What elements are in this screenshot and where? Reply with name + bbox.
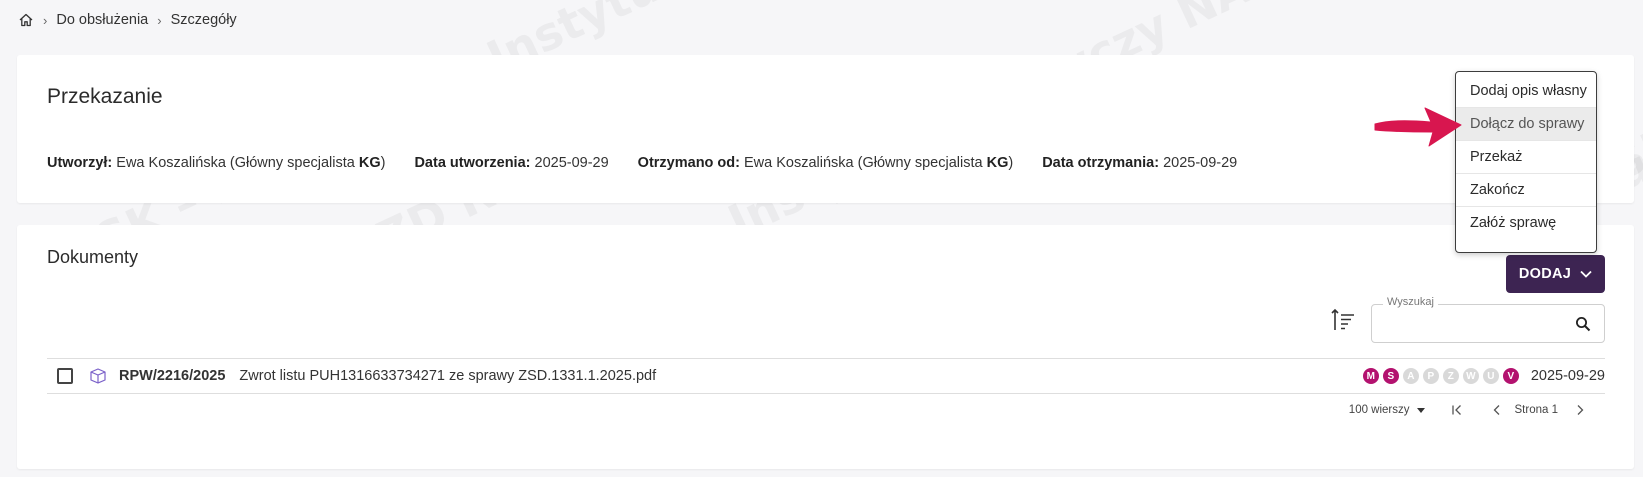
menu-item[interactable]: Zakończ [1456, 174, 1596, 207]
search-field[interactable]: Wyszukaj [1371, 296, 1605, 343]
breadcrumb-separator: › [157, 12, 162, 28]
rows-per-page-select[interactable]: 100 wierszy [1349, 404, 1425, 416]
search-input[interactable] [1380, 311, 1564, 339]
meta-created-date: Data utworzenia: 2025-09-29 [414, 155, 608, 171]
menu-item[interactable]: Dodaj opis własny [1456, 75, 1596, 108]
breadcrumb-separator: › [43, 12, 48, 28]
status-badge: V [1502, 368, 1519, 384]
document-title[interactable]: Zwrot listu PUH1316633734271 ze sprawy Z… [239, 368, 656, 384]
meta-label: Data utworzenia: [414, 155, 531, 171]
document-number[interactable]: RPW/2216/2025 [119, 368, 225, 384]
meta-label: Utworzył: [47, 155, 113, 171]
meta-value: 2025-09-29 [534, 155, 609, 171]
status-badge: W [1462, 368, 1479, 384]
breadcrumb: › Do obsłużenia › Szczegóły [18, 10, 237, 30]
pagination: 100 wierszy Strona 1 [1349, 392, 1588, 428]
menu-item[interactable]: Dołącz do sprawy [1456, 108, 1596, 141]
search-label: Wyszukaj [1383, 296, 1438, 308]
page-title: Przekazanie [47, 85, 163, 108]
row-checkbox[interactable] [57, 368, 73, 384]
meta-info: Utworzył: Ewa Koszalińska (Główny specja… [47, 155, 1266, 171]
home-icon[interactable] [18, 12, 34, 28]
rows-per-page-label: 100 wierszy [1348, 404, 1410, 416]
table-row[interactable]: RPW/2216/2025 Zwrot listu PUH13166337342… [47, 358, 1605, 394]
add-button-label: DODAJ [1518, 266, 1572, 282]
meta-suffix: ) [380, 155, 386, 171]
prev-page-icon[interactable] [1489, 402, 1505, 418]
meta-value: 2025-09-29 [1163, 155, 1238, 171]
status-badge: Z [1442, 368, 1459, 384]
meta-suffix: ) [1008, 155, 1014, 171]
meta-value: Ewa Koszalińska (Główny specjalista [116, 155, 355, 171]
document-type-icon [89, 367, 107, 385]
status-badge: A [1402, 368, 1419, 384]
menu-item[interactable]: Załóż sprawę [1456, 207, 1596, 239]
breadcrumb-item-do-obsluzenia[interactable]: Do obsłużenia [56, 12, 148, 28]
meta-created-by: Utworzył: Ewa Koszalińska (Główny specja… [47, 155, 385, 171]
meta-label: Data otrzymania: [1042, 155, 1160, 171]
pointer-arrow-icon [1374, 107, 1462, 147]
documents-card: Dokumenty DODAJ Wyszukaj RPW/2216/2025 Z… [17, 225, 1634, 469]
status-badge: P [1422, 368, 1439, 384]
meta-tag: KG [986, 155, 1009, 171]
meta-received-from: Otrzymano od: Ewa Koszalińska (Główny sp… [638, 155, 1014, 171]
meta-received-date: Data otrzymania: 2025-09-29 [1042, 155, 1237, 171]
menu-item[interactable]: Przekaż [1456, 141, 1596, 174]
documents-title: Dokumenty [47, 247, 139, 267]
search-icon[interactable] [1575, 316, 1591, 332]
document-date: 2025-09-29 [1530, 368, 1605, 384]
status-badge: S [1382, 368, 1399, 384]
meta-tag: KG [358, 155, 381, 171]
page-indicator: Strona 1 [1514, 404, 1558, 416]
first-page-icon[interactable] [1449, 402, 1465, 418]
status-badge: M [1362, 368, 1379, 384]
sort-icon[interactable] [1330, 307, 1356, 333]
meta-label: Otrzymano od: [637, 155, 740, 171]
status-badge: U [1482, 368, 1499, 384]
breadcrumb-item-szczegoly: Szczegóły [170, 12, 237, 28]
meta-value: Ewa Koszalińska (Główny specjalista [744, 155, 983, 171]
add-button[interactable]: DODAJ [1506, 255, 1605, 293]
caret-down-icon [1416, 407, 1425, 413]
actions-menu: Dodaj opis własny Dołącz do sprawy Przekaż… [1455, 71, 1597, 253]
next-page-icon[interactable] [1572, 402, 1588, 418]
chevron-down-icon [1580, 270, 1592, 278]
status-badges: MSAPZWUV [1362, 368, 1523, 384]
